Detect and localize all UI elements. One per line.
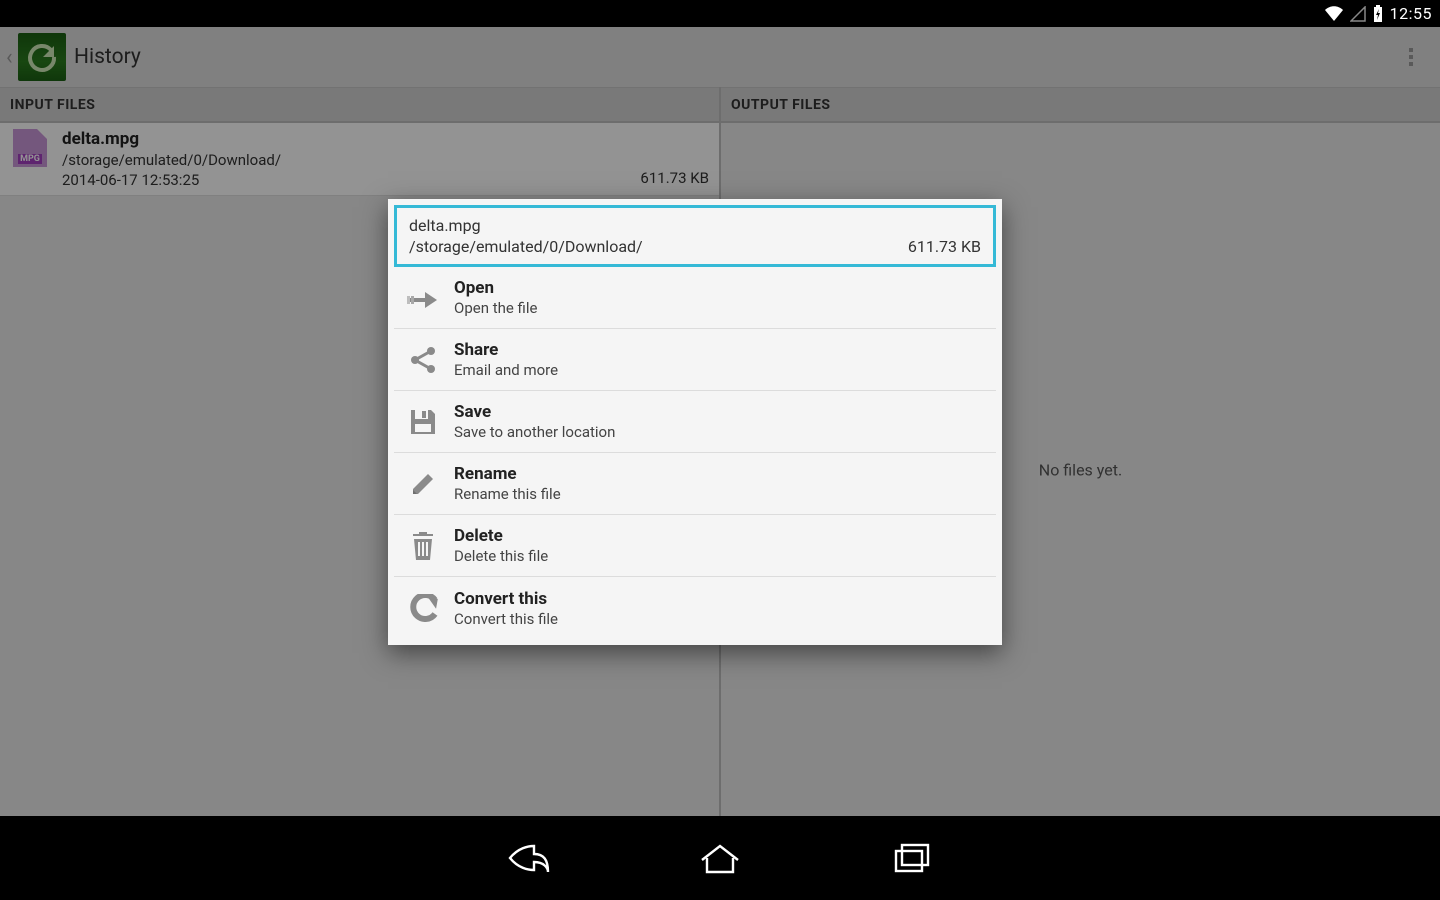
menu-item-title: Rename <box>454 464 561 484</box>
menu-item-subtitle: Convert this file <box>454 610 558 628</box>
menu-item-subtitle: Rename this file <box>454 485 561 503</box>
dialog-file-path: /storage/emulated/0/Download/ <box>409 237 981 256</box>
signal-icon <box>1350 6 1366 22</box>
menu-item-share[interactable]: Share Email and more <box>394 329 996 391</box>
menu-item-title: Share <box>454 340 558 360</box>
open-icon <box>400 286 446 310</box>
menu-item-title: Open <box>454 278 537 298</box>
rename-icon <box>400 469 446 499</box>
convert-icon <box>400 594 446 622</box>
status-bar: 12:55 <box>0 0 1440 27</box>
menu-item-subtitle: Delete this file <box>454 547 548 565</box>
clock: 12:55 <box>1390 4 1432 23</box>
dialog-header: delta.mpg /storage/emulated/0/Download/ … <box>394 205 996 267</box>
save-icon <box>400 407 446 437</box>
menu-item-title: Convert this <box>454 589 558 609</box>
menu-item-subtitle: Open the file <box>454 299 537 317</box>
home-button[interactable] <box>694 836 746 880</box>
dialog-file-name: delta.mpg <box>409 216 981 235</box>
share-icon <box>400 345 446 375</box>
menu-item-save[interactable]: Save Save to another location <box>394 391 996 453</box>
menu-item-delete[interactable]: Delete Delete this file <box>394 515 996 577</box>
delete-icon <box>400 530 446 562</box>
menu-item-convert[interactable]: Convert this Convert this file <box>394 577 996 639</box>
menu-item-subtitle: Save to another location <box>454 423 615 441</box>
recents-button[interactable] <box>886 836 938 880</box>
back-button[interactable] <box>502 836 554 880</box>
battery-charging-icon <box>1372 5 1384 23</box>
dialog-file-size: 611.73 KB <box>908 237 981 256</box>
menu-item-subtitle: Email and more <box>454 361 558 379</box>
menu-item-title: Save <box>454 402 615 422</box>
file-actions-dialog: delta.mpg /storage/emulated/0/Download/ … <box>388 199 1002 645</box>
wifi-icon <box>1324 6 1344 22</box>
menu-item-rename[interactable]: Rename Rename this file <box>394 453 996 515</box>
system-nav-bar <box>0 816 1440 900</box>
menu-item-title: Delete <box>454 526 548 546</box>
menu-item-open[interactable]: Open Open the file <box>394 267 996 329</box>
